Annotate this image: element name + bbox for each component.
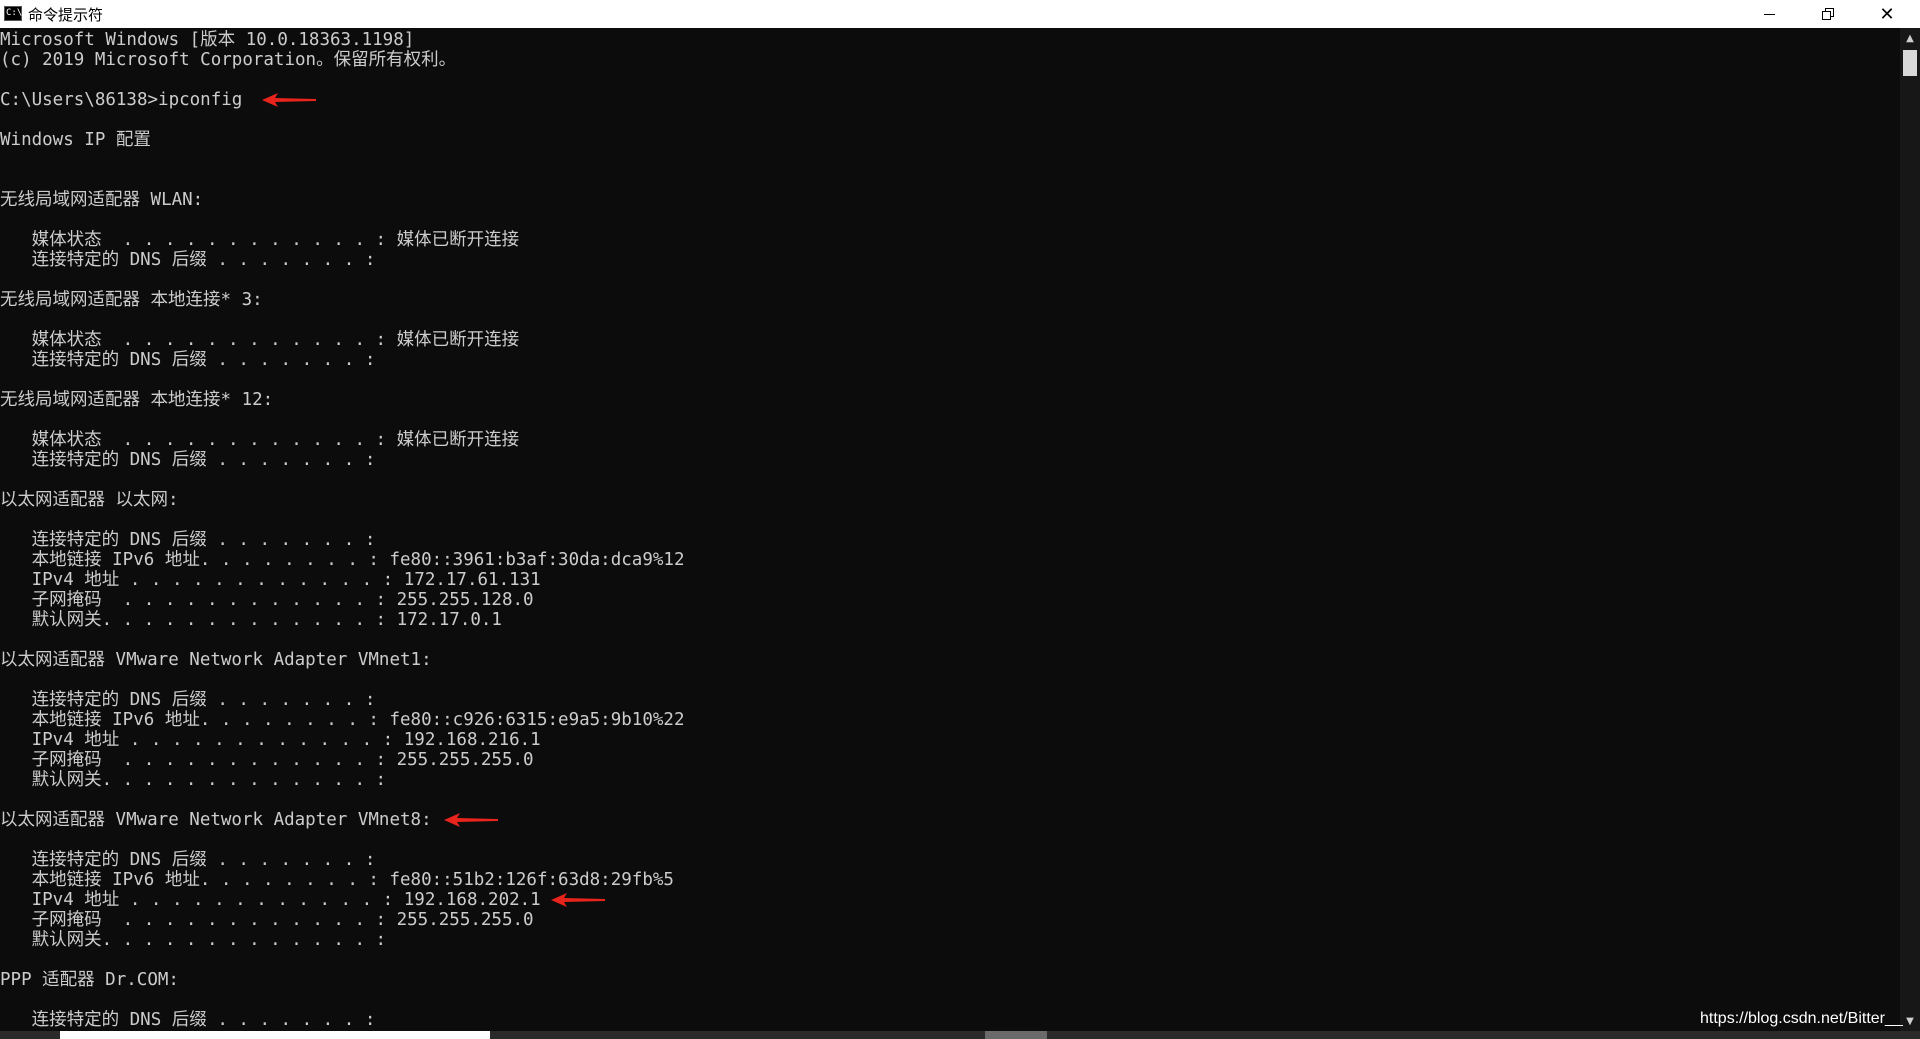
scroll-down-arrow-icon[interactable]: ▼: [1900, 1011, 1920, 1031]
red-arrow-icon: [262, 93, 317, 107]
console-line: 媒体状态 . . . . . . . . . . . . : 媒体已断开连接: [0, 230, 520, 250]
restore-icon: [1822, 8, 1834, 20]
window-title: 命令提示符: [28, 6, 104, 24]
console-line: IPv4 地址 . . . . . . . . . . . . : 192.16…: [0, 730, 541, 750]
console-line: 默认网关. . . . . . . . . . . . . : 172.17.0…: [0, 610, 502, 630]
console-line: 连接特定的 DNS 后缀 . . . . . . . :: [0, 690, 376, 710]
close-button[interactable]: ✕: [1858, 0, 1916, 28]
console-line: IPv4 地址 . . . . . . . . . . . . : 172.17…: [0, 570, 541, 590]
console-line: 连接特定的 DNS 后缀 . . . . . . . :: [0, 250, 376, 270]
scrollbar-thumb[interactable]: [1903, 50, 1917, 76]
console-output[interactable]: Microsoft Windows [版本 10.0.18363.1198] (c…: [0, 30, 1900, 1028]
console-line: 连接特定的 DNS 后缀 . . . . . . . :: [0, 530, 376, 550]
minimize-icon: [1763, 13, 1775, 15]
red-arrow-icon: [550, 893, 605, 907]
horizontal-scroll-region: [60, 1031, 490, 1039]
close-icon: ✕: [1879, 3, 1895, 25]
horizontal-scrollbar[interactable]: [0, 1031, 1920, 1039]
console-line: 连接特定的 DNS 后缀 . . . . . . . :: [0, 450, 376, 470]
scroll-up-arrow-icon[interactable]: ▲: [1900, 28, 1920, 48]
console-line: 本地链接 IPv6 地址. . . . . . . . : fe80::c926…: [0, 710, 685, 730]
console-line: 无线局域网适配器 本地连接* 12:: [0, 390, 274, 410]
vertical-scrollbar[interactable]: ▲ ▼: [1900, 28, 1920, 1031]
console-line: 本地链接 IPv6 地址. . . . . . . . : fe80::51b2…: [0, 870, 674, 890]
console-line: Windows IP 配置: [0, 130, 151, 150]
console-line: 以太网适配器 VMware Network Adapter VMnet8:: [0, 810, 432, 830]
console-line: 以太网适配器 VMware Network Adapter VMnet1:: [0, 650, 432, 670]
console-line: 连接特定的 DNS 后缀 . . . . . . . :: [0, 850, 376, 870]
command-prompt-window: C:\ 命令提示符 ✕ Microsoft Windows [版本 10.0.1…: [0, 0, 1920, 1039]
console-line: Microsoft Windows [版本 10.0.18363.1198]: [0, 30, 415, 50]
console-line: 媒体状态 . . . . . . . . . . . . : 媒体已断开连接: [0, 430, 520, 450]
console-line: IPv4 地址 . . . . . . . . . . . . : 192.16…: [0, 890, 541, 910]
watermark: https://blog.csdn.net/Bitter__: [1700, 1010, 1903, 1027]
console-line: 无线局域网适配器 本地连接* 3:: [0, 290, 263, 310]
console-line: 连接特定的 DNS 后缀 . . . . . . . :: [0, 350, 376, 370]
console-line: 默认网关. . . . . . . . . . . . . :: [0, 930, 387, 950]
console-line: 以太网适配器 以太网:: [0, 490, 179, 510]
restore-button[interactable]: [1799, 0, 1857, 28]
console-line: (c) 2019 Microsoft Corporation。保留所有权利。: [0, 50, 457, 70]
console-line: PPP 适配器 Dr.COM:: [0, 970, 179, 990]
horizontal-scrollbar-thumb[interactable]: [985, 1031, 1047, 1039]
console-line: 默认网关. . . . . . . . . . . . . :: [0, 770, 387, 790]
minimize-button[interactable]: [1740, 0, 1798, 28]
console-line: 无线局域网适配器 WLAN:: [0, 190, 204, 210]
console-line: 子网掩码 . . . . . . . . . . . . : 255.255.2…: [0, 750, 534, 770]
console-line: 媒体状态 . . . . . . . . . . . . : 媒体已断开连接: [0, 330, 520, 350]
title-bar[interactable]: C:\ 命令提示符 ✕: [0, 0, 1920, 28]
console-line: 子网掩码 . . . . . . . . . . . . : 255.255.2…: [0, 910, 534, 930]
console-line: 子网掩码 . . . . . . . . . . . . : 255.255.1…: [0, 590, 534, 610]
console-line: 本地链接 IPv6 地址. . . . . . . . : fe80::3961…: [0, 550, 685, 570]
console-line: 连接特定的 DNS 后缀 . . . . . . . :: [0, 1010, 376, 1028]
console-line: C:\Users\86138>ipconfig: [0, 90, 243, 110]
red-arrow-icon: [443, 813, 498, 827]
cmd-icon[interactable]: C:\: [4, 6, 22, 21]
